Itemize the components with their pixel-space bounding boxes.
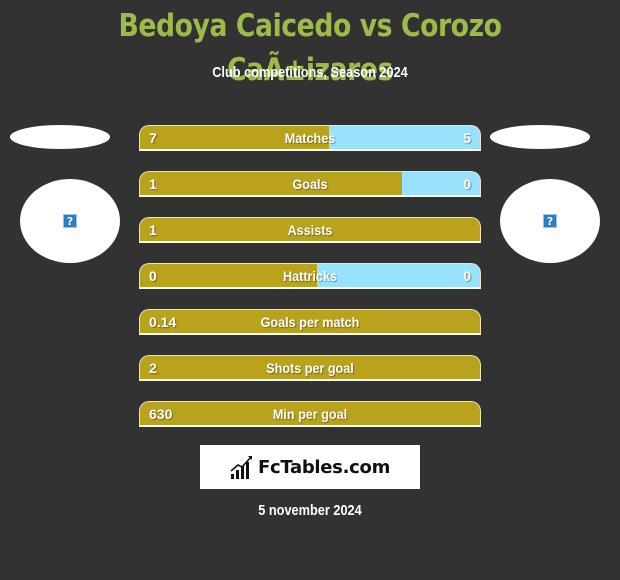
left-value: 1 xyxy=(149,176,157,192)
stat-label: Shots per goal xyxy=(266,360,354,376)
fctables-logo[interactable]: FcTables.com xyxy=(200,445,420,489)
left-value: 2 xyxy=(149,360,157,376)
logo-text: FcTables.com xyxy=(257,456,391,478)
right-value: 0 xyxy=(463,268,471,284)
stat-row-hattricks: 0 Hattricks 0 xyxy=(139,263,481,289)
stat-label: Assists xyxy=(287,222,333,238)
stat-row-goals: 1 Goals 0 xyxy=(139,171,481,197)
left-value: 1 xyxy=(149,222,157,238)
stat-row-min-per-goal: 630 Min per goal xyxy=(139,401,481,427)
stat-label: Goals xyxy=(292,176,328,192)
stat-label: Min per goal xyxy=(272,406,348,422)
stat-label: Hattricks xyxy=(283,268,337,284)
stat-label: Matches xyxy=(284,130,336,146)
stat-row-assists: 1 Assists xyxy=(139,217,481,243)
left-value: 0 xyxy=(149,268,157,284)
stat-label: Goals per match xyxy=(260,314,360,330)
broken-image-icon: ? xyxy=(543,214,557,228)
broken-image-icon: ? xyxy=(63,214,77,228)
stat-row-matches: 7 Matches 5 xyxy=(139,125,481,151)
stat-row-shots-per-goal: 2 Shots per goal xyxy=(139,355,481,381)
right-value: 5 xyxy=(463,130,471,146)
left-player-avatar: ? xyxy=(20,179,120,263)
left-value: 7 xyxy=(149,130,157,146)
stat-row-goals-per-match: 0.14 Goals per match xyxy=(139,309,481,335)
right-value: 0 xyxy=(463,176,471,192)
date-label: 5 november 2024 xyxy=(258,502,362,519)
right-player-name-placeholder xyxy=(490,125,590,149)
competition-subtitle: Club competitions, Season 2024 xyxy=(212,64,408,81)
left-player-name-placeholder xyxy=(10,125,110,149)
right-player-avatar: ? xyxy=(500,179,600,263)
bar-chart-icon xyxy=(230,456,252,479)
